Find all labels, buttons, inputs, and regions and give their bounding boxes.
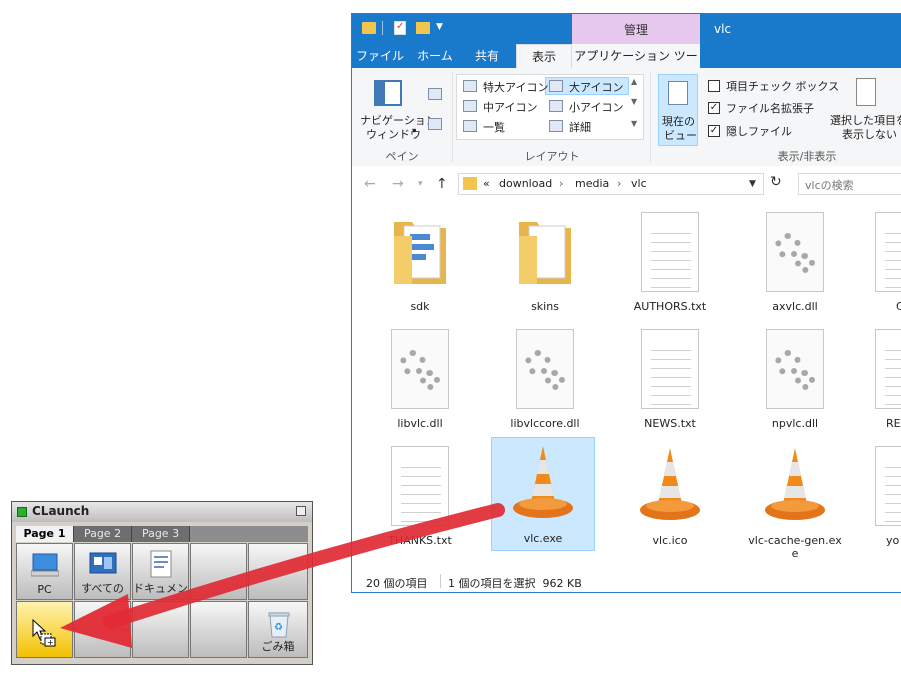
drag-arrow — [60, 503, 505, 648]
